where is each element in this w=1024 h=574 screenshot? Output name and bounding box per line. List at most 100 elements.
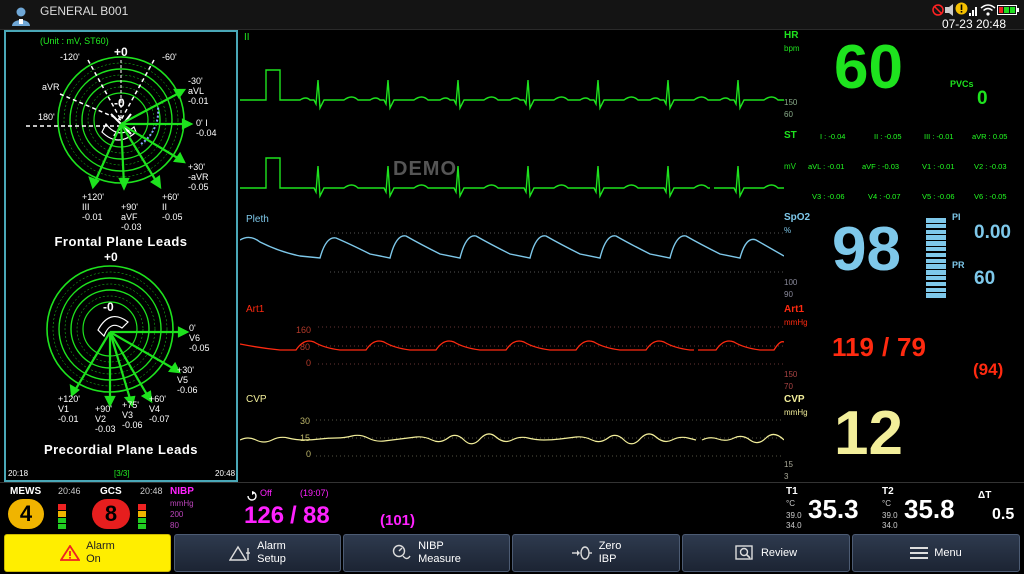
nibp-systolic: 126 xyxy=(244,502,285,529)
spo2-unit: % xyxy=(784,226,792,235)
nibp-mean: (101) xyxy=(380,512,416,529)
hr-label: HR xyxy=(784,30,799,41)
t2-value: 35.8 xyxy=(904,494,955,524)
zero-ibp-label: Zero IBP xyxy=(598,540,622,565)
hr-unit: bpm xyxy=(784,44,800,53)
nibp-cuff-icon xyxy=(392,544,411,560)
gcs-value: 8 xyxy=(92,499,130,529)
hr-alarm-lower: 60 xyxy=(784,110,793,119)
st-graphic-panel[interactable]: (Unit : mV, ST60) +0 -0 -120' -60' aVR 1… xyxy=(4,30,238,482)
st-page-indicator: [3/3] xyxy=(114,469,130,478)
menu-icon xyxy=(910,547,929,559)
spo2-value: 98 xyxy=(832,215,901,284)
st-time-start: 20:18 xyxy=(8,469,29,478)
spo2-bar-segment xyxy=(926,287,946,293)
review-button[interactable]: Review xyxy=(682,534,850,572)
mews-time: 20:46 xyxy=(58,486,81,496)
t1-alarm-upper: 39.0 xyxy=(786,511,802,520)
spo2-bar-segment xyxy=(926,218,946,223)
lead-iii-label: +120' III -0.01 xyxy=(82,192,104,222)
cvp-alarm-lower: 3 xyxy=(784,472,789,481)
art-mean: (94) xyxy=(973,360,1004,379)
alarm-warning-icon xyxy=(60,545,81,561)
mews-level-bar xyxy=(58,504,66,530)
nibp-diastolic: 88 xyxy=(303,502,330,529)
lead-i-label: 0' I -0.04 xyxy=(196,118,217,138)
delta-t-label: ΔT xyxy=(978,490,992,501)
hr-parameter[interactable]: HR bpm 60 150 60 PVCs 0 xyxy=(784,30,1024,126)
nibp-measure-time: (19:07) xyxy=(300,488,329,498)
st-parameter[interactable]: ST mV I : -0.04 II : -0.05 III : -0.01 a… xyxy=(784,128,1024,208)
patient-icon[interactable] xyxy=(10,5,32,32)
lead-v2-label: +90' V2 -0.03 xyxy=(95,404,116,434)
st-v4-value: V4 : -0.07 xyxy=(868,192,901,201)
lead-avl-label: -30' aVL -0.01 xyxy=(188,76,209,106)
t1-value: 35.3 xyxy=(808,494,859,524)
lead-v1-label: +120' V1 -0.01 xyxy=(58,394,80,424)
mews-score[interactable]: MEWS 20:46 4 xyxy=(4,484,84,532)
art-param-label: Art1 xyxy=(784,304,805,315)
art-waveform xyxy=(240,326,784,365)
lead-avf-label: +90' aVF -0.03 xyxy=(121,202,142,232)
hr-alarm-upper: 150 xyxy=(784,98,798,107)
angle-minus60-label: -60' xyxy=(162,52,177,62)
t2-unit: °C xyxy=(882,499,891,508)
st-v3-value: V3 : -0.06 xyxy=(812,192,845,201)
hr-value: 60 xyxy=(834,33,903,102)
t2-parameter[interactable]: T2 °C 39.0 34.0 35.8 xyxy=(880,484,976,532)
delta-t-parameter[interactable]: ΔT 0.5 xyxy=(976,484,1022,532)
gcs-score[interactable]: GCS 20:48 8 xyxy=(90,484,170,532)
nibp-unit: mmHg xyxy=(170,499,194,508)
spo2-bar-segment xyxy=(926,281,946,287)
st-v6-value: V6 : -0.05 xyxy=(974,192,1007,201)
pi-label: PI xyxy=(952,212,961,222)
cvp-alarm-upper: 15 xyxy=(784,460,793,469)
st-v5-value: V5 : -0.06 xyxy=(922,192,955,201)
st-avf-value: aVF : -0.03 xyxy=(862,162,900,171)
spo2-parameter[interactable]: SpO2 % 98 100 90 PI 0.00 PR 60 xyxy=(784,210,1024,302)
frontal-plane-title: Frontal Plane Leads xyxy=(54,234,188,249)
cvp-param-label: CVP xyxy=(784,394,805,405)
art-parameter[interactable]: Art1 mmHg 119 / 79 (94) 150 70 xyxy=(784,304,1024,394)
lead-neg-avr-label: +30' -aVR -0.05 xyxy=(188,162,209,192)
alarm-setup-label: Alarm Setup xyxy=(257,540,286,565)
review-icon xyxy=(735,545,753,560)
ecg-waveform-2 xyxy=(240,157,784,199)
delta-t-value: 0.5 xyxy=(992,506,1015,523)
st-unit: mV xyxy=(784,162,796,171)
st-ii-value: II : -0.05 xyxy=(874,132,902,141)
spo2-bar-segment xyxy=(926,264,946,269)
nibp-parameter[interactable]: NIBP mmHg 200 80 Off (19:07) 126 / 88 (1… xyxy=(168,484,608,532)
spo2-bar-segment xyxy=(926,223,946,229)
t1-label: T1 xyxy=(786,486,798,497)
menu-button[interactable]: Menu xyxy=(852,534,1020,572)
spo2-bar-segment xyxy=(926,275,946,281)
nibp-separator: / xyxy=(290,502,297,529)
alarm-on-button[interactable]: Alarm On xyxy=(4,534,171,572)
spo2-bar-segment xyxy=(926,235,946,240)
spo2-bar-segment xyxy=(926,293,946,298)
st-avr-value: aVR : 0.05 xyxy=(972,132,1008,141)
date-time: 07-23 20:48 xyxy=(941,17,1006,31)
nibp-measure-button[interactable]: NIBP Measure xyxy=(343,534,510,572)
gcs-level-bar xyxy=(138,504,146,530)
alarm-on-label: Alarm On xyxy=(86,540,115,565)
ecg-lead-label: II xyxy=(244,32,250,43)
st-v2-value: V2 : -0.03 xyxy=(974,162,1007,171)
cvp-parameter[interactable]: CVP mmHg 12 15 3 xyxy=(784,394,1024,486)
lead-v3-label: +75' V3 -0.06 xyxy=(122,400,143,430)
precordial-plane-title: Precordial Plane Leads xyxy=(43,442,199,457)
spo2-bar-segment xyxy=(926,241,946,246)
alarm-setup-icon xyxy=(229,545,251,561)
pvcs-label: PVCs xyxy=(950,79,974,89)
lead-ii-label: +60' II -0.05 xyxy=(162,192,183,222)
t1-parameter[interactable]: T1 °C 39.0 34.0 35.3 xyxy=(784,484,880,532)
st-label: ST xyxy=(784,130,797,141)
zero-ibp-button[interactable]: Zero IBP xyxy=(512,534,680,572)
art-separator: / xyxy=(882,332,890,362)
lead-v4-label: +60' V4 -0.07 xyxy=(149,394,170,424)
spo2-bar-segment xyxy=(926,229,946,235)
spo2-label: SpO2 xyxy=(784,212,811,223)
patient-title[interactable]: GENERAL B001 xyxy=(40,4,128,18)
alarm-setup-button[interactable]: Alarm Setup xyxy=(174,534,341,572)
